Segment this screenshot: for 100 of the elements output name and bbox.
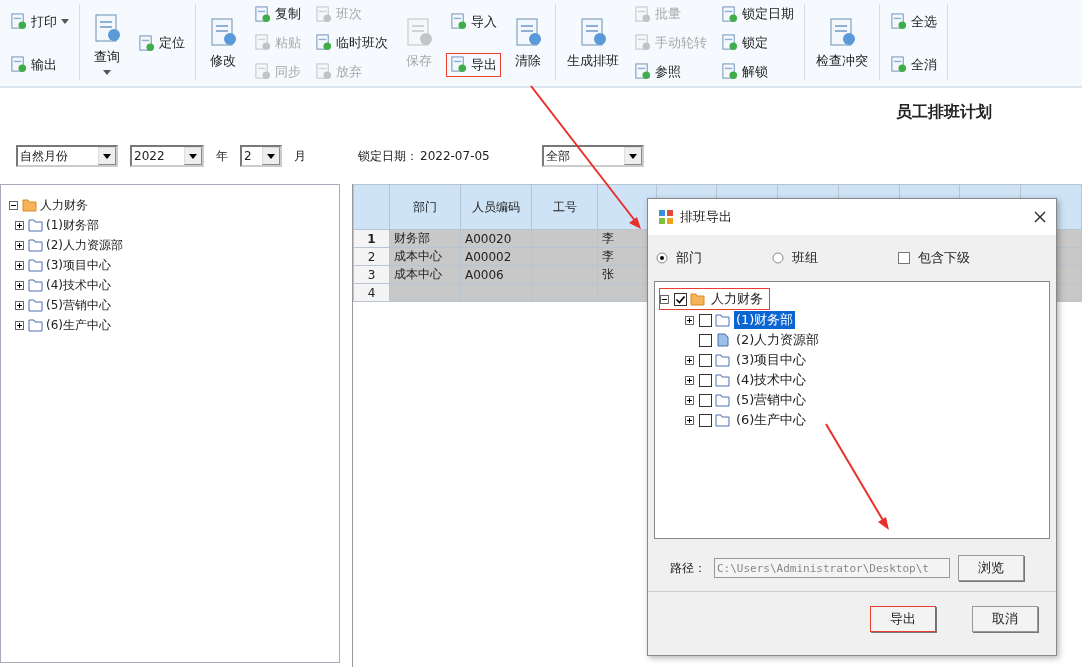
expand-icon[interactable] — [685, 375, 694, 385]
expand-icon[interactable] — [15, 320, 24, 330]
document-icon — [634, 63, 651, 81]
document-icon — [10, 56, 27, 73]
toolbar-button[interactable]: 清除 — [507, 13, 549, 73]
checkbox-icon[interactable] — [674, 292, 687, 306]
document-icon — [254, 5, 271, 23]
checkbox-icon[interactable] — [699, 333, 712, 347]
tree-item[interactable]: (3)项目中心 — [734, 351, 809, 369]
expand-icon[interactable] — [685, 315, 694, 325]
toolbar-button[interactable]: 输出 — [6, 52, 73, 77]
tree-item[interactable]: (6)生产中心 — [46, 316, 111, 334]
collapse-icon[interactable] — [660, 294, 669, 304]
expand-icon[interactable] — [15, 240, 24, 250]
folder-icon — [28, 318, 44, 332]
expand-icon[interactable] — [15, 220, 24, 230]
column-header[interactable]: 工号 — [531, 184, 598, 230]
radio-option[interactable]: 班组 — [772, 249, 818, 267]
month-label: 月 — [294, 147, 306, 165]
tree-item[interactable]: (3)项目中心 — [46, 256, 111, 274]
column-header[interactable]: 人员编码 — [460, 184, 532, 230]
document-icon — [890, 13, 907, 30]
checkbox-option[interactable]: 包含下级 — [898, 249, 970, 267]
scope-dropdown[interactable]: 全部 — [541, 145, 644, 167]
folder-icon — [715, 393, 731, 407]
document-icon — [315, 63, 332, 81]
lock-date-label: 锁定日期： — [358, 147, 418, 165]
folder-icon — [715, 413, 731, 427]
document-icon — [890, 56, 907, 73]
toolbar-button[interactable]: 临时班次 — [311, 31, 392, 55]
checkbox-icon[interactable] — [699, 353, 712, 367]
tree-item[interactable]: (5)营销中心 — [734, 391, 809, 409]
tree-item[interactable]: (2)人力资源部 — [46, 236, 123, 254]
folder-icon — [715, 353, 731, 367]
toolbar-button[interactable]: 检查冲突 — [811, 13, 873, 73]
radio-option[interactable]: 部门 — [656, 249, 702, 267]
caret-icon — [628, 153, 637, 159]
checkbox-icon[interactable] — [699, 373, 712, 387]
toolbar-button[interactable]: 修改 — [202, 13, 244, 73]
toolbar-button[interactable]: 锁定日期 — [717, 2, 798, 27]
toolbar-button[interactable]: 查询 — [86, 8, 128, 78]
folder-icon — [22, 198, 38, 212]
document-icon — [138, 34, 155, 52]
toolbar-button[interactable]: 生成排班 — [562, 13, 624, 73]
dialog-button[interactable]: 导出 — [870, 606, 936, 632]
document-icon — [721, 63, 738, 81]
tree-item[interactable]: (1)财务部 — [46, 216, 99, 234]
toolbar-button[interactable]: 导入 — [446, 9, 501, 34]
document-icon — [721, 5, 738, 23]
toolbar-button[interactable]: 全选 — [886, 9, 941, 34]
tree-item[interactable]: (2)人力资源部 — [734, 331, 822, 349]
toolbar-button[interactable]: 复制 — [250, 2, 305, 27]
document-icon — [315, 34, 332, 52]
browse-button[interactable]: 浏览 — [958, 555, 1024, 581]
tree-item[interactable]: (1)财务部 — [734, 311, 796, 329]
tree-item[interactable]: (6)生产中心 — [734, 411, 809, 429]
period-type-dropdown[interactable]: 自然月份 — [16, 145, 118, 167]
caret-icon — [103, 153, 111, 159]
checkbox-icon[interactable] — [699, 393, 712, 407]
lock-date: 2022-07-05 — [420, 149, 490, 163]
toolbar-button[interactable]: 解锁 — [717, 59, 798, 84]
folder-icon — [28, 278, 44, 292]
toolbar-button[interactable]: 全消 — [886, 52, 941, 77]
expand-icon[interactable] — [15, 280, 24, 290]
tree-item[interactable]: (5)营销中心 — [46, 296, 111, 314]
expand-icon[interactable] — [15, 260, 24, 270]
collapse-icon[interactable] — [9, 200, 18, 210]
close-icon[interactable] — [1034, 211, 1046, 223]
folder-icon — [715, 313, 731, 327]
toolbar-button[interactable]: 定位 — [134, 31, 189, 55]
expand-icon[interactable] — [685, 355, 694, 365]
toolbar-button[interactable]: 导出 — [446, 52, 501, 77]
month-dropdown[interactable]: 2 — [240, 145, 282, 167]
caret-icon — [189, 153, 197, 159]
checkbox-icon[interactable] — [699, 313, 712, 327]
document-icon — [450, 13, 467, 30]
caret-icon — [61, 19, 69, 24]
tree-item[interactable]: 人力财务 — [709, 290, 765, 308]
document-icon — [315, 5, 332, 23]
expand-icon[interactable] — [15, 300, 24, 310]
document-icon — [715, 333, 731, 347]
checkbox-icon[interactable] — [699, 413, 712, 427]
toolbar-button[interactable]: 参照 — [630, 59, 711, 84]
document-icon — [721, 34, 738, 52]
dialog-button[interactable]: 取消 — [972, 606, 1038, 632]
toolbar-button[interactable]: 打印 — [6, 9, 73, 34]
expand-icon[interactable] — [685, 415, 694, 425]
document-icon — [450, 56, 467, 73]
path-label: 路径： — [670, 559, 706, 577]
tree-item[interactable]: 人力财务 — [40, 196, 88, 214]
toolbar-button[interactable]: 锁定 — [717, 31, 798, 55]
column-header[interactable]: 部门 — [389, 184, 461, 230]
document-icon — [10, 13, 27, 30]
folder-icon — [28, 298, 44, 312]
folder-icon — [690, 292, 706, 306]
expand-icon[interactable] — [685, 395, 694, 405]
folder-icon — [28, 258, 44, 272]
tree-item[interactable]: (4)技术中心 — [734, 371, 809, 389]
year-dropdown[interactable]: 2022 — [130, 145, 204, 167]
tree-item[interactable]: (4)技术中心 — [46, 276, 111, 294]
